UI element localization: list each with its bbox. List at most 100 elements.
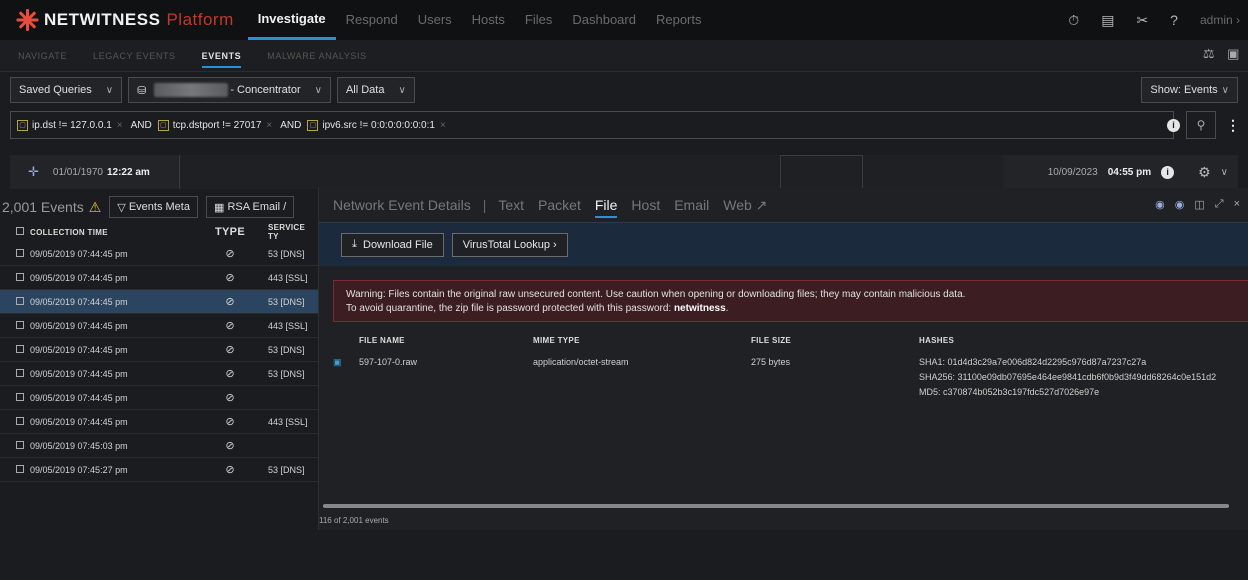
row-checkbox[interactable] [0, 416, 30, 427]
user-menu[interactable]: admin › [1200, 13, 1240, 27]
table-row[interactable]: 09/05/2019 07:44:45 pm ⊘ 53 [DNS] [0, 338, 330, 362]
more-options-icon[interactable]: ⋮ [1222, 117, 1244, 134]
filter-pill[interactable]: ▢ tcp.dstport != 27017 × [157, 119, 272, 131]
tab-network-event-details[interactable]: Network Event Details [333, 197, 471, 213]
timer-icon[interactable]: ⏱ [1068, 12, 1079, 29]
select-all-checkbox[interactable] [0, 227, 30, 237]
virustotal-lookup-button[interactable]: VirusTotal Lookup › [451, 232, 568, 257]
horizontal-scrollbar[interactable] [323, 504, 1229, 508]
tab-web[interactable]: Web ↗ [723, 197, 767, 214]
table-row[interactable]: 09/05/2019 07:45:03 pm ⊘ [0, 434, 330, 458]
password-text: To avoid quarantine, the zip file is pas… [346, 303, 729, 314]
events-header: 2,001 Events ⚠ ▽ Events Meta ▦ RSA Email… [0, 192, 330, 222]
tab-file[interactable]: File [594, 197, 618, 218]
close-icon[interactable]: × [117, 120, 123, 131]
column-file-size[interactable]: FILE SIZE [751, 336, 919, 345]
events-meta-button[interactable]: ▽ Events Meta [109, 196, 198, 218]
filter-pill[interactable]: ▢ ipv6.src != 0:0:0:0:0:0:0:1 × [307, 119, 446, 131]
file-select-checkbox[interactable]: ▣ [333, 357, 359, 402]
and-operator: AND [280, 119, 302, 131]
tab-email[interactable]: Email [674, 197, 709, 213]
nav-files[interactable]: Files [515, 0, 562, 40]
notes-icon[interactable]: ▤ [1101, 12, 1114, 29]
table-row[interactable]: 09/05/2019 07:44:45 pm ⊘ 53 [DNS] [0, 290, 330, 314]
split-view-icon[interactable]: ◫ [1194, 198, 1204, 211]
eye-icon[interactable]: ◉ [1175, 198, 1185, 211]
tools-icon[interactable]: ✂ [1136, 12, 1148, 29]
search-button[interactable]: ⚲ [1186, 111, 1216, 139]
table-row[interactable]: 09/05/2019 07:44:45 pm ⊘ 53 [DNS] [0, 242, 330, 266]
nav-investigate[interactable]: Investigate [247, 0, 336, 40]
timeline-track[interactable] [180, 155, 1003, 189]
table-row[interactable]: 09/05/2019 07:44:45 pm ⊘ 443 [SSL] [0, 410, 330, 434]
time-range-dropdown[interactable]: All Data ∨ [336, 77, 415, 103]
table-row[interactable]: 09/05/2019 07:44:45 pm ⊘ [0, 386, 330, 410]
filter-label: ipv6.src != 0:0:0:0:0:0:0:1 [322, 119, 435, 131]
tab-text[interactable]: Text [498, 197, 524, 213]
close-icon[interactable]: × [1234, 198, 1240, 211]
row-checkbox[interactable] [0, 296, 30, 307]
profile-icon[interactable]: ⚖ [1203, 46, 1215, 62]
download-file-button[interactable]: ⤓ Download File [341, 232, 444, 257]
table-row[interactable]: 09/05/2019 07:44:45 pm ⊘ 443 [SSL] [0, 314, 330, 338]
column-hashes[interactable]: HASHES [919, 336, 954, 345]
row-checkbox[interactable] [0, 392, 30, 403]
table-row[interactable]: 09/05/2019 07:44:45 pm ⊘ 443 [SSL] [0, 266, 330, 290]
timeline-selection[interactable] [780, 155, 863, 189]
filter-pill[interactable]: ▢ ip.dst != 127.0.0.1 × [17, 119, 123, 131]
network-type-icon: ⊘ [225, 392, 235, 404]
row-checkbox[interactable] [0, 344, 30, 355]
chevron-down-icon[interactable]: ∨ [1221, 167, 1228, 178]
nav-reports[interactable]: Reports [646, 0, 712, 40]
tab-legacy-events[interactable]: LEGACY EVENTS [93, 51, 176, 61]
events-list: 2,001 Events ⚠ ▽ Events Meta ▦ RSA Email… [0, 192, 330, 530]
nav-dashboard[interactable]: Dashboard [562, 0, 646, 40]
tab-packet[interactable]: Packet [538, 197, 581, 213]
nav-hosts[interactable]: Hosts [462, 0, 515, 40]
row-checkbox[interactable] [0, 320, 30, 331]
table-row[interactable]: 09/05/2019 07:44:45 pm ⊘ 53 [DNS] [0, 362, 330, 386]
panel-icon[interactable]: ▣ [1227, 46, 1240, 62]
row-checkbox[interactable] [0, 248, 30, 259]
column-file-name[interactable]: FILE NAME [359, 336, 533, 345]
query-filter-input[interactable]: ▢ ip.dst != 127.0.0.1 × AND ▢ tcp.dstport !… [10, 111, 1174, 139]
nav-respond[interactable]: Respond [336, 0, 408, 40]
tab-navigate[interactable]: NAVIGATE [18, 51, 67, 61]
table-row[interactable]: 09/05/2019 07:45:27 pm ⊘ 53 [DNS] [0, 458, 330, 482]
close-icon[interactable]: × [266, 120, 272, 131]
show-events-dropdown[interactable]: Show: Events ∨ [1141, 77, 1238, 103]
column-mime-type[interactable]: MIME TYPE [533, 336, 751, 345]
tab-web-label: Web [723, 196, 752, 213]
netwitness-logo[interactable]: NETWITNESS Platform [16, 9, 234, 31]
time-start[interactable]: ✛ 01/01/1970 12:22 am [10, 155, 180, 189]
tab-host[interactable]: Host [631, 197, 660, 213]
warning-icon[interactable]: ⚠ [89, 199, 102, 216]
help-icon[interactable]: ? [1170, 12, 1178, 28]
rsa-email-button[interactable]: ▦ RSA Email / [205, 196, 295, 218]
move-icon[interactable]: ✛ [28, 164, 39, 180]
time-end[interactable]: 10/09/2023 04:55 pm i ⚙ ∨ [1003, 155, 1238, 189]
row-checkbox[interactable] [0, 272, 30, 283]
events-meta-label: Events Meta [128, 201, 190, 213]
file-row[interactable]: ▣ 597-107-0.raw application/octet-stream… [319, 357, 1248, 402]
tab-events[interactable]: EVENTS [201, 51, 242, 68]
tab-malware-analysis[interactable]: MALWARE ANALYSIS [267, 51, 366, 61]
saved-queries-dropdown[interactable]: Saved Queries ∨ [10, 77, 123, 103]
eye-icon[interactable]: ◉ [1155, 198, 1165, 211]
column-service-type[interactable]: SERVICE TY [256, 223, 316, 241]
expand-icon[interactable]: ⤢ [1215, 198, 1224, 211]
close-icon[interactable]: × [440, 120, 446, 131]
network-type-icon: ⊘ [225, 320, 235, 332]
column-type[interactable]: TYPE [204, 226, 256, 238]
nav-users[interactable]: Users [408, 0, 462, 40]
gear-icon[interactable]: ⚙ [1198, 164, 1211, 181]
info-icon[interactable]: i [1161, 165, 1175, 179]
row-checkbox[interactable] [0, 368, 30, 379]
info-icon[interactable]: i [1167, 118, 1180, 132]
row-checkbox[interactable] [0, 440, 30, 451]
app-platform: Platform [166, 10, 234, 29]
external-link-icon: ↗ [755, 196, 768, 213]
column-collection-time[interactable]: COLLECTION TIME [30, 228, 204, 237]
service-dropdown[interactable]: ⛁ - Concentrator ∨ [128, 77, 331, 103]
row-checkbox[interactable] [0, 464, 30, 475]
